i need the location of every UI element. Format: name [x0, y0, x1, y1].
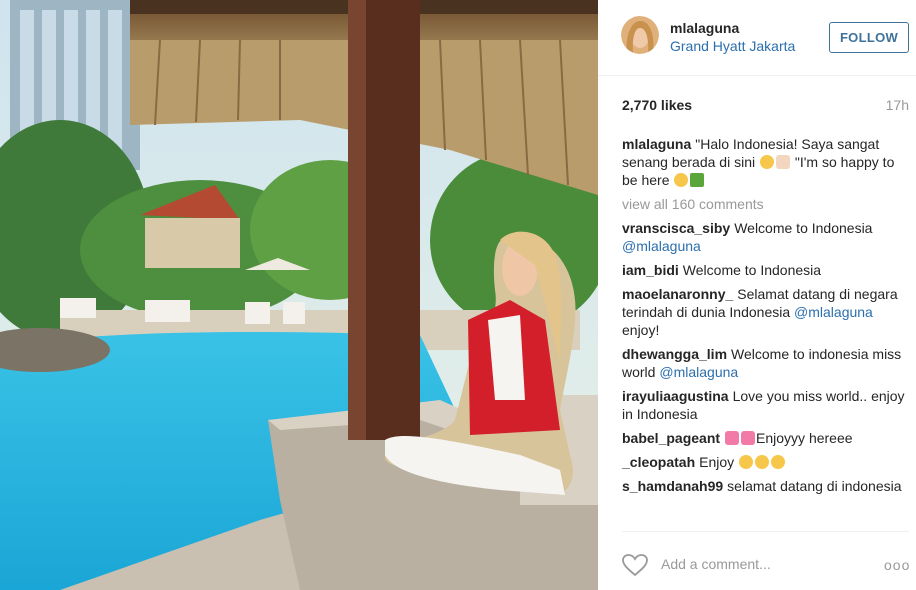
comments-list: mlalaguna "Halo Indonesia! Saya sangat se…	[622, 135, 912, 501]
comment-item: _cleopatah Enjoy	[622, 453, 912, 471]
comment-text: Enjoy	[699, 454, 735, 470]
heart-icon[interactable]	[621, 553, 649, 577]
comment-mention[interactable]: @mlalaguna	[794, 304, 873, 320]
comment-mention[interactable]: @mlalaguna	[659, 364, 738, 380]
comment-mention[interactable]: @mlalaguna	[622, 238, 701, 254]
comment-author[interactable]: dhewangga_lim	[622, 346, 727, 362]
heart-eyes-emoji-icon	[755, 455, 770, 469]
more-options-icon[interactable]: ooo	[884, 557, 910, 573]
comment-item: dhewangga_lim Welcome to indonesia miss w…	[622, 345, 912, 381]
sparkle-heart-emoji-icon	[725, 431, 740, 445]
comment-author[interactable]: s_hamdanah99	[622, 478, 723, 494]
comment-item: babel_pageant Enjoyyy hereee	[622, 429, 912, 447]
avatar-image	[621, 16, 659, 54]
post-photo[interactable]	[0, 0, 598, 590]
comment-author[interactable]: _cleopatah	[622, 454, 695, 470]
location-link[interactable]: Grand Hyatt Jakarta	[670, 38, 795, 54]
grin-emoji-icon	[760, 155, 774, 169]
comment-text: Welcome to Indonesia	[682, 262, 822, 278]
comment-author[interactable]: maoelanaronny_	[622, 286, 733, 302]
follow-button[interactable]: FOLLOW	[829, 22, 909, 53]
view-all-comments-link[interactable]: view all 160 comments	[622, 195, 912, 213]
comment-text-after: enjoy!	[622, 322, 660, 338]
comment-author[interactable]: irayuliaagustina	[622, 388, 729, 404]
heart-eyes-emoji-icon	[771, 455, 786, 469]
caption-author[interactable]: mlalaguna	[622, 136, 691, 152]
comment-text: Enjoyyy hereee	[756, 430, 853, 446]
comment-author[interactable]: vranscisca_siby	[622, 220, 730, 236]
username[interactable]: mlalaguna	[670, 20, 739, 36]
comment-text: selamat datang di indonesia	[727, 478, 902, 494]
comment-author[interactable]: babel_pageant	[622, 430, 720, 446]
smile-emoji-icon	[674, 173, 689, 187]
comment-item: maoelanaronny_ Selamat datang di negara t…	[622, 285, 912, 339]
comment-author[interactable]: iam_bidi	[622, 262, 679, 278]
comment-item: vranscisca_siby Welcome to Indonesia @mla…	[622, 219, 912, 255]
comment-item: iam_bidi Welcome to Indonesia	[622, 261, 912, 279]
likes-count[interactable]: 2,770 likes	[622, 97, 692, 113]
palm-tree-emoji-icon	[690, 173, 705, 187]
add-comment-input[interactable]: Add a comment...	[661, 556, 771, 572]
caption: mlalaguna "Halo Indonesia! Saya sangat se…	[622, 135, 912, 189]
avatar[interactable]	[621, 16, 659, 54]
comment-item: s_hamdanah99 selamat datang di indonesia	[622, 477, 912, 495]
post-image	[0, 0, 598, 590]
divider	[622, 531, 909, 532]
wave-emoji-icon	[776, 155, 790, 169]
sparkle-heart-emoji-icon	[741, 431, 756, 445]
post-header: mlalaguna Grand Hyatt Jakarta FOLLOW	[598, 0, 916, 76]
post-meta: 2,770 likes 17h	[622, 97, 909, 113]
post-details-panel: mlalaguna Grand Hyatt Jakarta FOLLOW 2,7…	[598, 0, 916, 590]
comment-text: Welcome to Indonesia	[734, 220, 873, 236]
comment-item: irayuliaagustina Love you miss world.. en…	[622, 387, 912, 423]
post-time[interactable]: 17h	[886, 97, 909, 113]
heart-eyes-emoji-icon	[739, 455, 754, 469]
